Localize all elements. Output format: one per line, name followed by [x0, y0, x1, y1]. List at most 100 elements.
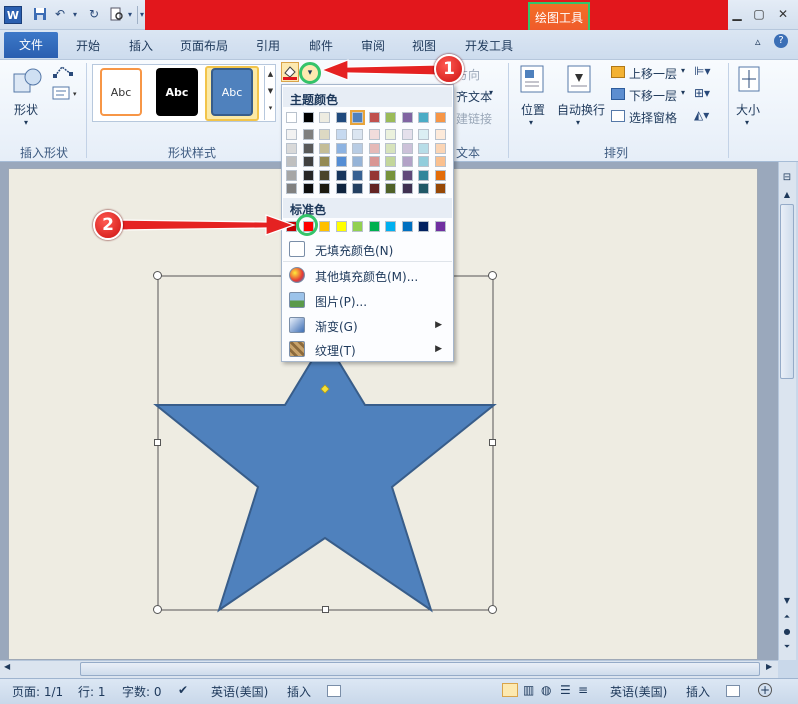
theme-shade-swatch[interactable]: [434, 142, 446, 154]
theme-shade-swatch[interactable]: [319, 129, 330, 140]
wrap-text-button[interactable]: 自动换行: [557, 101, 605, 118]
proofing-icon[interactable]: ✔: [178, 683, 188, 697]
more-fill-colors-item[interactable]: 其他填充颜色(M)...: [283, 263, 452, 287]
bring-forward-dropdown-icon[interactable]: ▾: [681, 66, 685, 75]
theme-swatch[interactable]: [286, 112, 297, 123]
theme-shade-swatch[interactable]: [401, 169, 413, 181]
word-app-icon[interactable]: W: [4, 6, 22, 24]
theme-shade-swatch[interactable]: [418, 169, 429, 181]
status-line[interactable]: 行: 1: [78, 683, 106, 700]
bring-forward-button[interactable]: 上移一层: [629, 65, 677, 82]
select-browse-object-icon[interactable]: ●: [780, 627, 794, 639]
web-layout-view-icon[interactable]: ◍: [541, 683, 551, 697]
theme-shade-swatch[interactable]: [385, 183, 396, 194]
tab-review[interactable]: 审阅: [361, 37, 385, 54]
theme-shade-swatch[interactable]: [418, 142, 429, 154]
shapes-button[interactable]: 形状: [14, 101, 38, 118]
send-backward-icon[interactable]: [611, 88, 625, 100]
scroll-right-icon[interactable]: ▶: [766, 662, 772, 671]
reading-view-icon[interactable]: ▥: [523, 683, 534, 697]
resize-handle-top-right[interactable]: [488, 271, 497, 280]
theme-shade-swatch[interactable]: [286, 142, 297, 154]
theme-shade-swatch[interactable]: [368, 183, 380, 194]
position-dropdown-icon[interactable]: ▾: [529, 118, 533, 127]
theme-shade-swatch[interactable]: [302, 183, 314, 194]
theme-shade-swatch[interactable]: [385, 142, 396, 154]
resize-handle-bottom[interactable]: [322, 606, 329, 613]
collapse-ribbon-icon[interactable]: ▵: [755, 35, 761, 48]
macro-record-icon-2[interactable]: [726, 685, 740, 697]
send-backward-dropdown-icon[interactable]: ▾: [681, 88, 685, 97]
theme-shade-swatch[interactable]: [319, 156, 330, 167]
theme-shade-swatch[interactable]: [286, 129, 297, 140]
theme-shade-swatch[interactable]: [352, 183, 363, 194]
resize-handle-left[interactable]: [154, 439, 161, 446]
theme-shade-swatch[interactable]: [352, 156, 363, 167]
standard-swatch[interactable]: [385, 221, 396, 232]
vertical-scroll-thumb[interactable]: [780, 204, 794, 379]
theme-shade-swatch[interactable]: [401, 142, 413, 154]
status-word-count[interactable]: 字数: 0: [122, 683, 162, 700]
no-fill-item[interactable]: 无填充颜色(N): [283, 238, 452, 260]
theme-swatch[interactable]: [335, 112, 347, 123]
theme-shade-swatch[interactable]: [302, 129, 314, 140]
theme-shade-swatch[interactable]: [368, 169, 380, 181]
edit-shape-icon[interactable]: [52, 64, 80, 80]
theme-swatch[interactable]: [385, 112, 396, 123]
theme-shade-swatch[interactable]: [434, 129, 446, 140]
theme-shade-swatch[interactable]: [335, 156, 347, 167]
standard-swatch[interactable]: [368, 221, 380, 232]
status-language[interactable]: 英语(美国): [211, 683, 268, 700]
scroll-left-icon[interactable]: ◀: [4, 662, 10, 671]
send-backward-button[interactable]: 下移一层: [629, 87, 677, 104]
theme-swatch[interactable]: [350, 110, 365, 125]
style-sample-blue-fill[interactable]: Abc: [211, 68, 253, 116]
picture-fill-item[interactable]: 图片(P)...: [283, 288, 452, 312]
theme-shade-swatch[interactable]: [418, 129, 429, 140]
wrap-text-icon[interactable]: [566, 64, 592, 94]
standard-swatch[interactable]: [335, 221, 347, 232]
size-icon[interactable]: [734, 64, 764, 94]
theme-shade-swatch[interactable]: [335, 129, 347, 140]
standard-swatch[interactable]: [319, 221, 330, 232]
tab-references[interactable]: 引用: [256, 37, 280, 54]
gradient-fill-item[interactable]: 渐变(G) ▶: [283, 313, 452, 337]
align-text-button[interactable]: 齐文本: [456, 88, 492, 105]
theme-shade-swatch[interactable]: [335, 169, 347, 181]
resize-handle-right[interactable]: [489, 439, 496, 446]
tab-page-layout[interactable]: 页面布局: [180, 37, 228, 54]
standard-swatch[interactable]: [401, 221, 413, 232]
help-icon[interactable]: ?: [774, 34, 788, 48]
star-shape[interactable]: [153, 337, 497, 613]
tab-file[interactable]: 文件: [4, 32, 58, 58]
minimize-icon[interactable]: ▁: [728, 7, 746, 23]
selection-pane-icon[interactable]: [611, 110, 625, 122]
undo-dropdown-icon[interactable]: ▾: [67, 6, 83, 22]
tab-view[interactable]: 视图: [412, 37, 436, 54]
scroll-up-icon[interactable]: ▲: [780, 190, 794, 202]
theme-shade-swatch[interactable]: [401, 156, 413, 167]
scroll-down-icon[interactable]: ▼: [780, 596, 794, 608]
ruler-toggle-icon[interactable]: ⊟: [780, 172, 794, 186]
zoom-in-icon[interactable]: +: [758, 683, 772, 697]
style-sample-black-fill[interactable]: Abc: [156, 68, 198, 116]
status-language-2[interactable]: 英语(美国): [610, 683, 667, 700]
theme-shade-swatch[interactable]: [401, 183, 413, 194]
resize-handle-bottom-left[interactable]: [153, 605, 162, 614]
theme-shade-swatch[interactable]: [319, 169, 330, 181]
rotate-icon[interactable]: ◭▾: [694, 108, 720, 126]
theme-shade-swatch[interactable]: [286, 169, 297, 181]
tab-mailings[interactable]: 邮件: [309, 37, 333, 54]
undo-icon[interactable]: ↶: [52, 6, 68, 22]
print-layout-view-icon[interactable]: [502, 683, 518, 697]
text-box-icon[interactable]: ▾: [52, 86, 80, 100]
theme-shade-swatch[interactable]: [434, 183, 446, 194]
shape-fill-button[interactable]: [281, 62, 299, 82]
bring-forward-icon[interactable]: [611, 66, 625, 78]
status-insert-mode-2[interactable]: 插入: [686, 683, 710, 700]
theme-shade-swatch[interactable]: [302, 169, 314, 181]
shapes-icon[interactable]: [12, 64, 44, 96]
position-icon[interactable]: [519, 64, 545, 94]
theme-shade-swatch[interactable]: [434, 156, 446, 167]
theme-shade-swatch[interactable]: [352, 169, 363, 181]
